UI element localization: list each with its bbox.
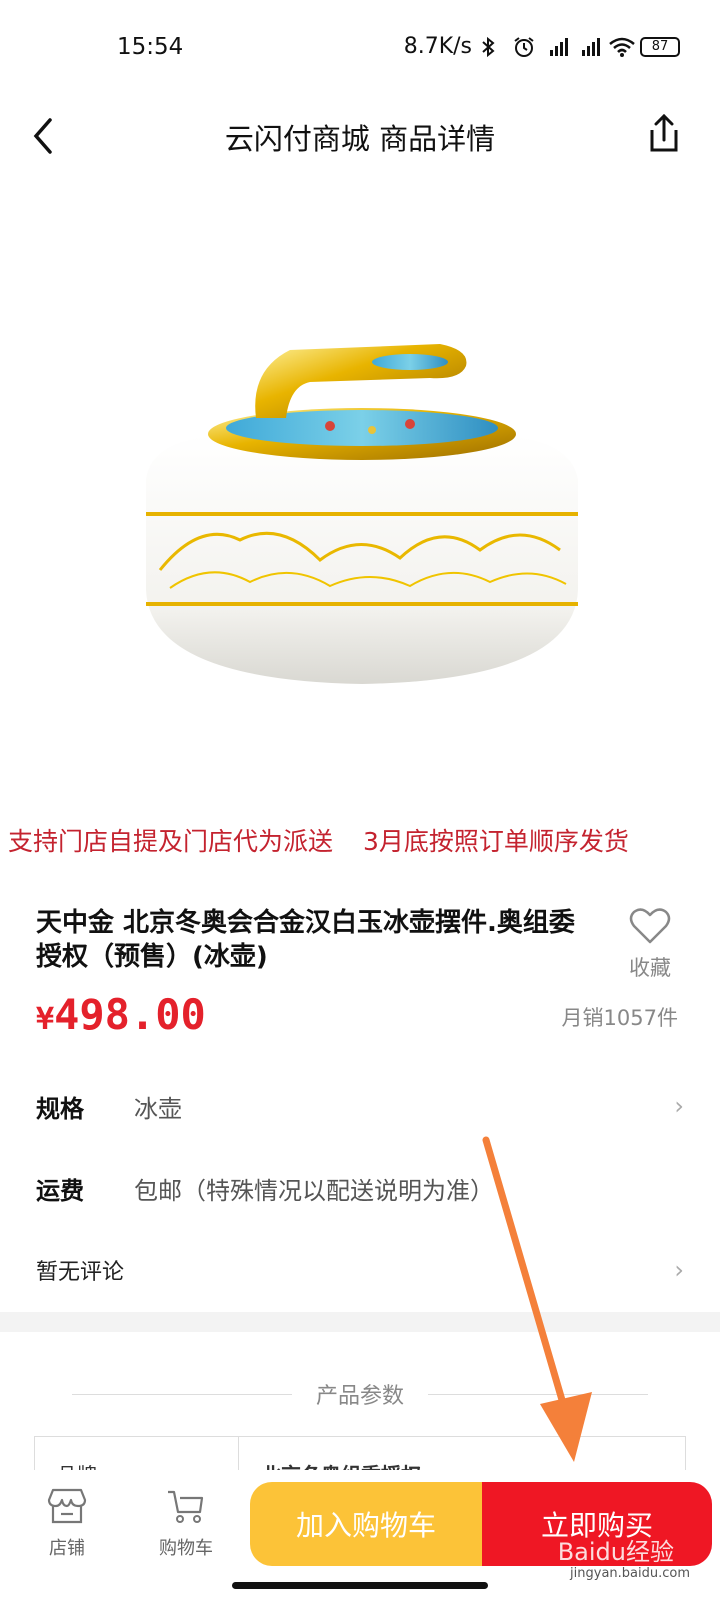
price-value: 498.00 (54, 990, 206, 1039)
cart-icon (164, 1490, 208, 1530)
section-divider (0, 1312, 720, 1332)
chevron-right-icon: › (674, 1092, 684, 1120)
reviews-row[interactable]: 暂无评论 › (36, 1240, 684, 1300)
spec-row[interactable]: 规格 冰壶 › (36, 1076, 684, 1136)
wifi-icon (608, 36, 635, 58)
favorite-label: 收藏 (629, 956, 671, 980)
shipping-row: 运费 包邮（特殊情况以配送说明为准） (36, 1158, 684, 1218)
home-indicator[interactable] (232, 1582, 488, 1589)
status-time: 15:54 (117, 34, 184, 60)
shipping-label: 运费 (36, 1176, 84, 1205)
monthly-sales: 月销1057件 (561, 1006, 678, 1030)
product-title: 天中金 北京冬奥会合金汉白玉冰壶摆件.奥组委授权（预售）(冰壶) (36, 908, 575, 972)
battery-level: 87 (651, 39, 669, 54)
product-image[interactable] (0, 190, 720, 790)
reviews-label: 暂无评论 (36, 1260, 125, 1285)
alarm-icon (512, 36, 536, 58)
spec-value: 冰壶 (134, 1094, 182, 1123)
notice-shipping: 3月底按照订单顺序发货 (363, 827, 629, 856)
add-to-cart-button[interactable]: 加入购物车 (250, 1482, 482, 1566)
favorite-button[interactable]: 收藏 (620, 906, 680, 982)
hd-signal-icon (544, 36, 568, 58)
store-button[interactable]: 店铺 (27, 1486, 107, 1560)
delivery-notice: 支持门店自提及门店代为派送 3月底按照订单顺序发货 (8, 822, 720, 858)
params-header: 产品参数 (72, 1378, 649, 1410)
spec-label: 规格 (36, 1094, 84, 1123)
status-icons: 8.7K/s 87 (404, 34, 680, 59)
notice-pickup: 支持门店自提及门店代为派送 (8, 827, 334, 856)
divider-line (428, 1393, 649, 1395)
battery-icon: 87 (640, 36, 680, 57)
hd-signal-icon (576, 36, 600, 58)
shipping-value: 包邮（特殊情况以配送说明为准） (134, 1176, 494, 1205)
status-bar: 15:54 8.7K/s 87 (0, 0, 720, 96)
bluetooth-icon (480, 36, 504, 58)
page-title: 云闪付商城 商品详情 (224, 122, 496, 156)
store-label: 店铺 (49, 1538, 85, 1559)
share-button[interactable] (644, 110, 684, 158)
share-icon (644, 113, 684, 162)
watermark-url: jingyan.baidu.com (570, 1566, 690, 1581)
watermark-logo: Baidu经验 (557, 1538, 674, 1566)
cart-label: 购物车 (159, 1538, 213, 1559)
chevron-right-icon: › (674, 1256, 684, 1284)
store-icon (45, 1488, 89, 1530)
heart-icon (628, 908, 672, 950)
nav-bar: 云闪付商城 商品详情 (0, 96, 720, 186)
currency-symbol: ¥ (36, 1002, 55, 1037)
product-price: ¥498.00 (36, 990, 206, 1039)
network-speed: 8.7K/s (403, 34, 472, 59)
cart-button[interactable]: 购物车 (146, 1486, 226, 1560)
divider-line (72, 1393, 292, 1395)
params-title: 产品参数 (316, 1384, 405, 1409)
